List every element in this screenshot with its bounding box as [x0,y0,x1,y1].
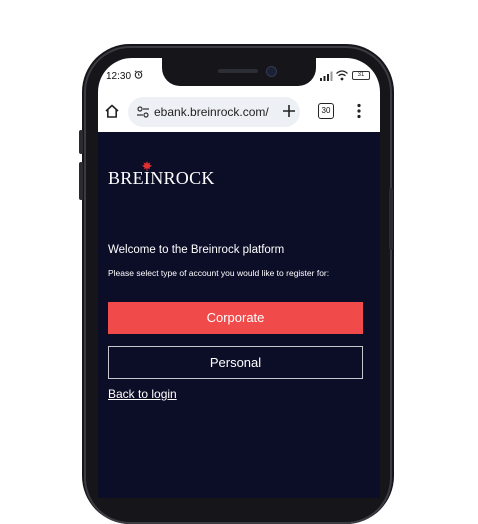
new-tab-icon[interactable] [282,104,296,118]
tabs-icon[interactable]: 30 [318,103,334,119]
phone-volume-button [79,130,83,154]
signal-icon [320,71,333,81]
phone-side-button [389,188,393,250]
phone-notch [162,58,316,86]
phone-speaker [218,69,258,73]
welcome-heading: Welcome to the Breinrock platform [108,244,285,256]
site-settings-icon[interactable] [136,105,150,119]
status-bar: 12:30 31 [98,58,380,94]
url-text: ebank.breinrock.com/ [154,105,269,119]
instruction-text: Please select type of account you would … [108,268,330,278]
personal-button[interactable]: Personal [108,346,363,379]
back-to-login-link[interactable]: Back to login [108,387,177,401]
phone-screen: 12:30 31 ebank.breinrock.com/ 30 BREINRO… [98,58,380,498]
wifi-icon [336,70,348,81]
corporate-button[interactable]: Corporate [108,302,363,334]
phone-volume-button [79,162,83,200]
browser-toolbar: ebank.breinrock.com/ 30 [98,94,380,132]
address-bar[interactable]: ebank.breinrock.com/ [128,97,300,127]
brand-logo[interactable]: BREINROCK [108,168,215,189]
status-time: 12:30 [106,71,132,82]
battery-icon: 31 [352,71,370,80]
menu-icon[interactable] [357,103,361,119]
home-icon[interactable] [104,103,120,119]
front-camera [266,66,277,77]
alarm-icon [134,70,143,79]
